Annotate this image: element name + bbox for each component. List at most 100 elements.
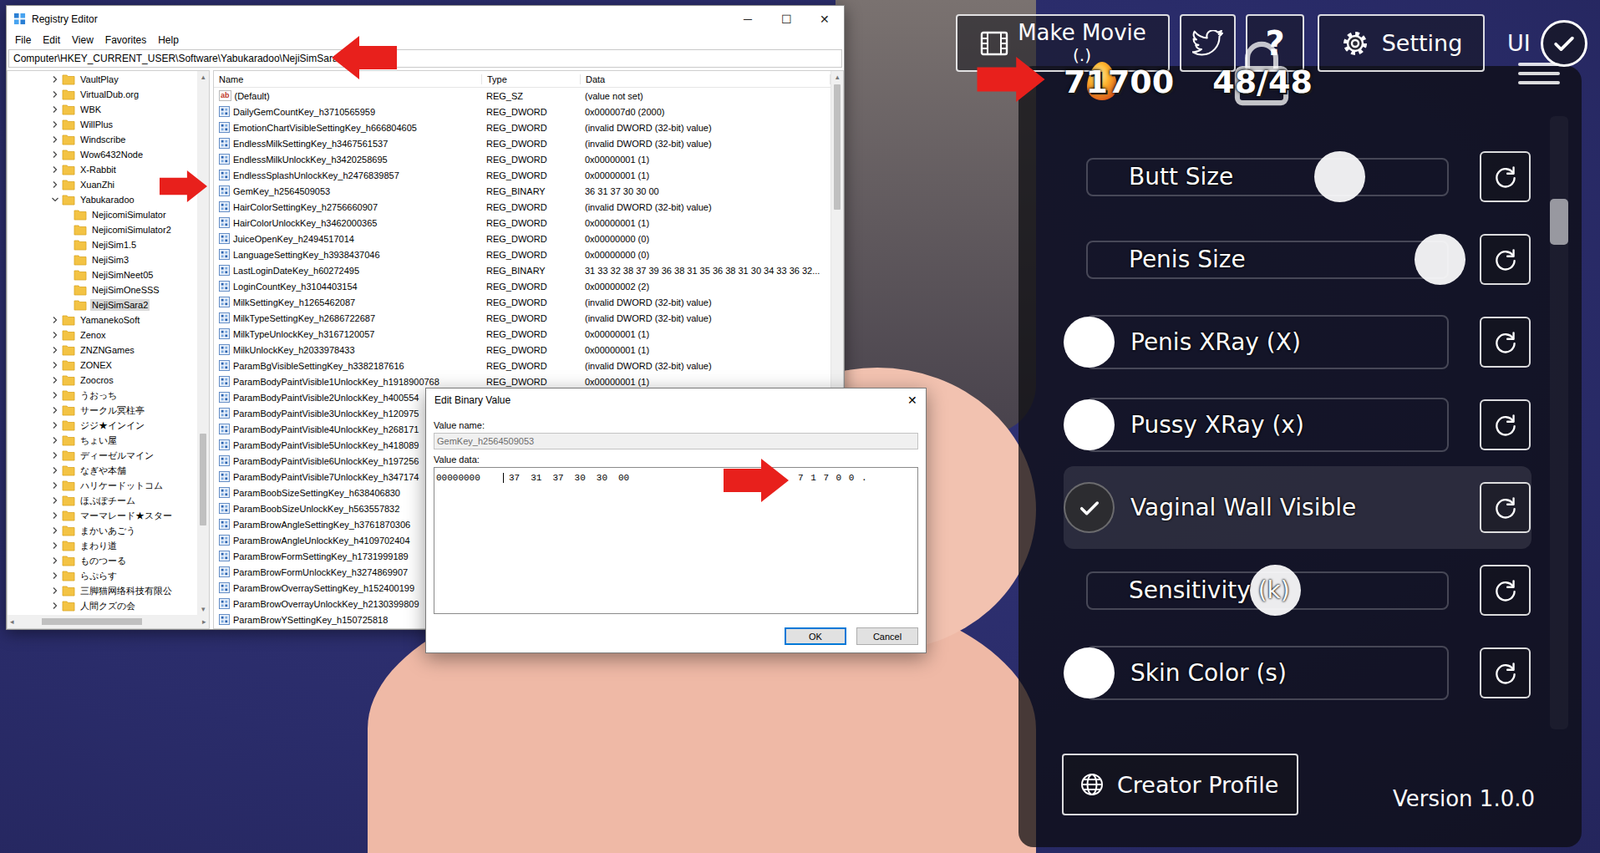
chevron-icon[interactable] [50,105,60,114]
table-row[interactable]: LanguageSettingKey_h3938437046REG_DWORD0… [213,246,831,263]
ui-toggle[interactable]: UI [1507,20,1588,67]
toggle-circle[interactable] [1063,399,1115,451]
menu-item[interactable]: Favorites [99,34,153,46]
tree-item[interactable]: ディーゼルマイン [7,447,198,463]
chevron-icon[interactable] [50,496,60,505]
table-row[interactable]: HairColorUnlockKey_h3462000365REG_DWORD0… [213,214,831,231]
column-header[interactable]: Type [482,74,581,85]
table-row[interactable]: EmotionChartVisibleSettingKey_h666804605… [213,119,831,136]
make-movie-button[interactable]: Make Movie(.) [955,14,1170,72]
menu-item[interactable]: View [66,34,100,46]
tree-item[interactable]: NejicomiSimulator2 [7,222,198,238]
tree-item[interactable]: YamanekoSoft [7,312,198,328]
tree-item[interactable]: ほぷぽチーム [7,492,198,508]
address-bar[interactable]: Computer\HKEY_CURRENT_USER\Software\Yabu… [8,49,843,68]
chevron-icon[interactable] [50,120,60,129]
tree-item[interactable]: VaultPlay [7,71,198,87]
setting-control[interactable]: Vaginal Wall Visible [1086,480,1449,535]
chevron-icon[interactable] [50,421,60,430]
chevron-icon[interactable] [50,541,60,550]
menu-item[interactable]: Help [152,34,185,46]
tree-item[interactable]: なぎや本舗 [7,462,198,478]
tree-item[interactable]: ハリケードットコム [7,477,198,493]
chevron-icon[interactable] [50,436,60,445]
dialog-button[interactable]: Cancel [856,627,919,646]
table-row[interactable]: EndlessSplashUnlockKey_h2476839857REG_DW… [213,167,831,183]
reset-button[interactable] [1479,564,1531,616]
chevron-icon[interactable] [50,315,60,325]
setting-button[interactable]: Setting [1317,14,1485,72]
chevron-icon[interactable] [50,180,60,189]
slider-knob[interactable] [1314,151,1366,203]
menu-item[interactable]: File [9,34,37,46]
window-control-button[interactable]: ✕ [805,12,844,26]
menu-icon[interactable] [1518,62,1560,85]
reset-button[interactable] [1479,316,1531,368]
tree-item[interactable]: Wow6432Node [7,147,198,163]
chevron-icon[interactable] [50,195,60,204]
tree-item[interactable]: Zenox [7,327,198,343]
setting-control[interactable]: Pussy XRay (x) [1086,397,1449,453]
reset-button[interactable] [1479,482,1531,534]
table-row[interactable]: LastLoginDateKey_h60272495REG_BINARY31 3… [213,262,831,279]
column-header[interactable]: Name [213,74,483,85]
table-row[interactable]: DailyGemCountKey_h3710565959REG_DWORD0x0… [213,103,831,120]
table-row[interactable]: HairColorSettingKey_h2756660907REG_DWORD… [213,198,831,215]
hex-editor[interactable]: 000000003731373030007 1 7 0 0 . [433,467,919,615]
chevron-icon[interactable] [50,330,60,340]
chevron-icon[interactable] [50,345,60,355]
table-row[interactable]: MilkUnlockKey_h2033978433REG_DWORD0x0000… [213,341,831,358]
tree-item[interactable]: Zoocros [7,372,198,388]
table-row[interactable]: ParamBgVisibleSettingKey_h3382187616REG_… [213,357,831,374]
table-row[interactable]: GemKey_h2564509053REG_BINARY36 31 37 30 … [213,182,831,199]
tree-item[interactable]: 人間クズの会 [7,598,198,614]
chevron-icon[interactable] [50,90,60,99]
tree-item[interactable]: ジジ★インイン [7,417,198,433]
tree-item[interactable]: WillPlus [7,116,198,133]
tree-item[interactable]: 三脚猫网络科技有限公 [7,583,198,599]
tree-item[interactable]: うおっち [7,387,198,403]
tree-item[interactable]: VirtualDub.org [7,86,198,102]
scrollbar-thumb[interactable] [1549,198,1569,245]
chevron-icon[interactable] [50,391,60,400]
table-row[interactable]: LoginCountKey_h3104403154REG_DWORD0x0000… [213,278,831,295]
toggle-circle[interactable] [1063,482,1115,534]
table-row[interactable]: EndlessMilkUnlockKey_h3420258695REG_DWOR… [213,151,831,168]
ui-check[interactable] [1540,20,1588,67]
panel-scrollbar[interactable] [1549,116,1569,730]
chevron-icon[interactable] [50,466,60,475]
chevron-icon[interactable] [50,75,60,84]
tree-item[interactable]: NejiSim3 [7,252,198,268]
tree-item[interactable]: サークル冥柱亭 [7,402,198,418]
slider-knob[interactable] [1414,233,1466,285]
column-header[interactable]: Data [580,74,831,85]
creator-profile-button[interactable]: Creator Profile [1061,753,1299,816]
tree-item[interactable]: ものつーる [7,553,198,569]
tree-item[interactable]: らぷらす [7,568,198,584]
reset-button[interactable] [1479,233,1531,285]
chevron-icon[interactable] [50,150,60,159]
tree-item[interactable]: ZONEX [7,357,198,373]
chevron-icon[interactable] [50,360,60,370]
table-row[interactable]: MilkSettingKey_h1265462087REG_DWORD(inva… [213,294,831,310]
tree-item[interactable]: NejiSimSara2 [7,297,198,313]
tree-item[interactable]: マーマレード★スター [7,507,198,524]
chevron-icon[interactable] [50,375,60,385]
table-row[interactable]: MilkTypeSettingKey_h2686722687REG_DWORD(… [213,309,831,326]
chevron-icon[interactable] [50,556,60,565]
chevron-icon[interactable] [50,571,60,580]
chevron-icon[interactable] [50,165,60,174]
chevron-icon[interactable] [50,135,60,144]
tree-item[interactable]: ちょい屋 [7,432,198,448]
table-row[interactable]: ab(Default)REG_SZ(value not set) [213,87,831,104]
chevron-icon[interactable] [50,601,60,610]
table-row[interactable]: JuiceOpenKey_h2494517014REG_DWORD0x00000… [213,230,831,247]
setting-control[interactable]: Butt Size [1086,157,1449,197]
tree-item[interactable]: まわり道 [7,538,198,554]
setting-control[interactable]: Penis XRay (X) [1086,314,1449,370]
chevron-icon[interactable] [50,451,60,460]
table-row[interactable]: MilkTypeUnlockKey_h3167120057REG_DWORD0x… [213,325,831,342]
window-control-button[interactable]: ☐ [766,12,806,26]
chevron-icon[interactable] [50,511,60,520]
reset-button[interactable] [1479,151,1531,203]
